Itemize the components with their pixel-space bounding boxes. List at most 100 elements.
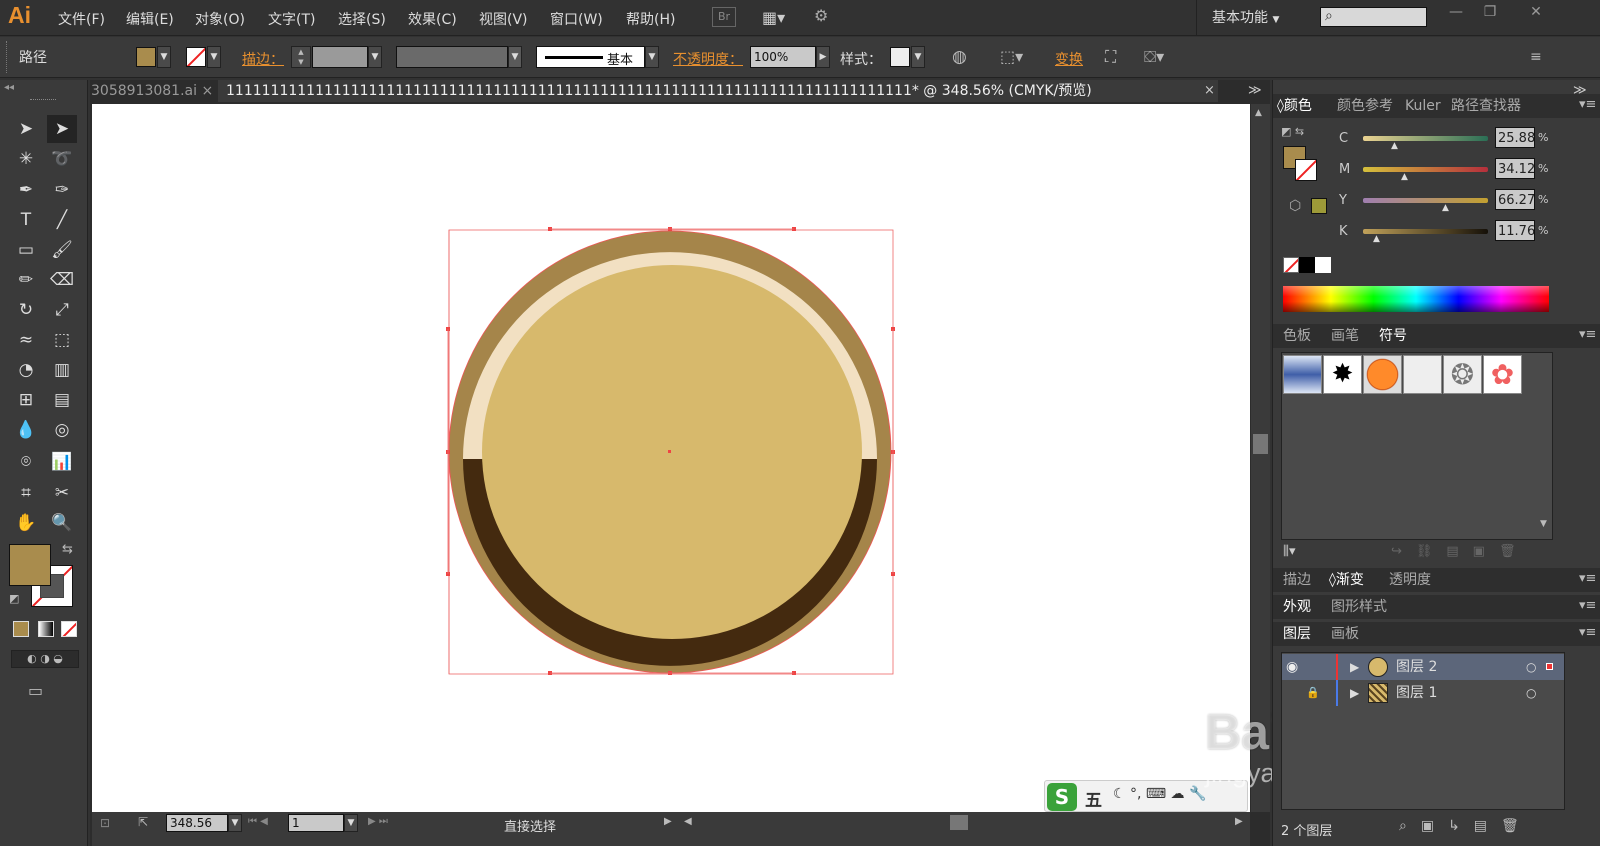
symbol-ink-splat[interactable]: ✸: [1323, 355, 1362, 394]
graphic-style-swatch[interactable]: [890, 47, 910, 67]
tab-document-2[interactable]: 1111111111111111111111111111111111111111…: [218, 80, 1218, 102]
symbol-orange-button[interactable]: [1363, 355, 1402, 394]
scroll-down-icon[interactable]: ▼: [1540, 519, 1547, 529]
workspace-switcher[interactable]: 基本功能 ▼: [1212, 7, 1279, 27]
brush-dropdown[interactable]: ▼: [645, 46, 659, 68]
stroke-panel-link[interactable]: 描边：: [242, 49, 284, 69]
next-artboard-icon[interactable]: ▶ ⏭: [368, 816, 388, 827]
default-colors-icon[interactable]: ◩ ⇆: [1281, 125, 1304, 138]
symbol-libraries-icon[interactable]: ⫼▾: [1283, 544, 1296, 559]
tab-transparency[interactable]: 透明度: [1389, 569, 1431, 591]
out-of-gamut-icon[interactable]: ⬡: [1289, 198, 1301, 214]
scroll-thumb[interactable]: [1253, 434, 1268, 454]
sync-settings-icon[interactable]: ⚙: [814, 6, 842, 28]
restore-button[interactable]: ❐: [1476, 4, 1504, 22]
channel-y-value[interactable]: 66.27: [1495, 189, 1535, 210]
tab-appearance[interactable]: 外观: [1283, 596, 1311, 618]
blend-tool-icon[interactable]: ◎: [47, 416, 77, 444]
brush-definition[interactable]: 基本: [536, 46, 645, 68]
eyedropper-tool-icon[interactable]: 💧: [11, 416, 41, 444]
transform-panel-link[interactable]: 变换: [1055, 49, 1083, 69]
zoom-field[interactable]: 348.56: [166, 814, 228, 832]
expand-icon[interactable]: ▶: [1350, 654, 1359, 680]
menu-help[interactable]: 帮助(H): [626, 9, 675, 29]
arrange-documents-icon[interactable]: ▦▾: [762, 8, 796, 28]
none-mode-button[interactable]: [61, 621, 77, 637]
bridge-button[interactable]: Br: [712, 7, 736, 27]
scroll-thumb[interactable]: [950, 815, 968, 830]
stroke-weight-stepper[interactable]: ▲ ▼: [291, 46, 311, 68]
layer-name[interactable]: 图层 1: [1396, 680, 1437, 706]
scroll-left-icon[interactable]: ◀: [684, 816, 692, 827]
opacity-arrow[interactable]: ▶: [816, 46, 830, 68]
panel-menu-icon[interactable]: ▾≡: [1579, 571, 1596, 586]
lasso-tool-icon[interactable]: ➰: [47, 145, 77, 173]
slider-thumb[interactable]: ▲: [1391, 141, 1398, 151]
share-icon[interactable]: ⇱: [138, 815, 148, 829]
eye-icon[interactable]: ◉: [1286, 654, 1298, 680]
tab-color[interactable]: ◊颜色: [1277, 95, 1312, 117]
tab-pathfinder[interactable]: 路径查找器: [1451, 95, 1521, 117]
first-artboard-icon[interactable]: ⏮ ◀: [248, 816, 268, 827]
artboard-canvas[interactable]: [92, 104, 1250, 812]
menu-object[interactable]: 对象(O): [195, 9, 245, 29]
tab-layers[interactable]: 图层: [1283, 623, 1311, 645]
fill-dropdown[interactable]: ▼: [157, 46, 171, 68]
collapse-icon[interactable]: ◂◂: [4, 82, 14, 93]
horizontal-scrollbar[interactable]: ◀ ▶: [680, 813, 1250, 833]
white-swatch[interactable]: [1315, 257, 1331, 273]
channel-k-slider[interactable]: [1363, 229, 1488, 234]
status-menu-arrow[interactable]: ▶: [664, 816, 672, 827]
pencil-tool-icon[interactable]: ✏: [11, 266, 41, 294]
free-transform-tool-icon[interactable]: ⬚: [47, 326, 77, 354]
opacity-panel-link[interactable]: 不透明度：: [673, 49, 743, 69]
tab-color-guide[interactable]: 颜色参考: [1337, 95, 1393, 117]
warp-tool-icon[interactable]: ≈: [11, 326, 41, 354]
variable-width-dropdown[interactable]: ▼: [508, 46, 522, 68]
slider-thumb[interactable]: ▲: [1373, 234, 1380, 244]
hand-tool-icon[interactable]: ✋: [11, 509, 41, 537]
stroke-swatch[interactable]: [186, 47, 206, 67]
tab-swatches[interactable]: 色板: [1283, 325, 1311, 347]
search-input[interactable]: ⌕: [1320, 7, 1427, 27]
align-icon[interactable]: ⬚▾: [1000, 47, 1023, 66]
tab-graphic-styles[interactable]: 图形样式: [1331, 596, 1387, 618]
layer-actions-icons[interactable]: ⌕▣↳▤🗑: [1399, 818, 1533, 834]
stroke-swatch[interactable]: [1295, 159, 1317, 181]
pen-tool-icon[interactable]: ✒: [11, 176, 41, 204]
default-colors-icon[interactable]: ◩: [9, 592, 19, 605]
tab-overflow-icon[interactable]: ≫: [1248, 83, 1262, 98]
channel-k-value[interactable]: 11.76: [1495, 220, 1535, 241]
artboard-dropdown[interactable]: ▼: [344, 814, 358, 832]
zoom-tool-icon[interactable]: 🔍: [47, 509, 77, 537]
panel-menu-icon[interactable]: ▾≡: [1579, 625, 1596, 640]
none-swatch[interactable]: [1283, 257, 1299, 273]
channel-m-slider[interactable]: [1363, 167, 1488, 172]
sogou-logo-icon[interactable]: S: [1047, 783, 1077, 811]
menu-edit[interactable]: 编辑(E): [126, 9, 174, 29]
channel-c-slider[interactable]: [1363, 136, 1488, 141]
draw-mode-buttons[interactable]: ◐ ◑ ◒: [11, 650, 79, 668]
slider-thumb[interactable]: ▲: [1442, 203, 1449, 213]
curvature-tool-icon[interactable]: ✑: [47, 176, 77, 204]
symbol-sprayer-tool-icon[interactable]: ⌾: [11, 448, 41, 476]
zoom-dropdown[interactable]: ▼: [228, 814, 242, 832]
recolor-artwork-icon[interactable]: ◍: [952, 47, 967, 67]
opacity-field[interactable]: 100%: [750, 46, 816, 68]
color-spectrum[interactable]: [1283, 286, 1549, 312]
menu-effect[interactable]: 效果(C): [408, 9, 457, 29]
menu-view[interactable]: 视图(V): [479, 9, 528, 29]
panel-menu-icon[interactable]: ≡: [1530, 49, 1542, 65]
channel-y-slider[interactable]: [1363, 198, 1488, 203]
gradient-mode-button[interactable]: [38, 621, 54, 637]
tab-kuler[interactable]: Kuler: [1405, 95, 1441, 117]
type-tool-icon[interactable]: T: [11, 206, 41, 234]
tab-artboards[interactable]: 画板: [1331, 623, 1359, 645]
magic-wand-tool-icon[interactable]: ✳: [11, 145, 41, 173]
tab-stroke[interactable]: 描边: [1283, 569, 1311, 591]
symbol-wreath[interactable]: ❂: [1443, 355, 1482, 394]
target-icon[interactable]: ○: [1526, 654, 1536, 680]
direct-selection-tool-icon[interactable]: ➤: [47, 115, 77, 143]
perspective-grid-tool-icon[interactable]: ▥: [47, 356, 77, 384]
variable-width-profile[interactable]: [396, 46, 508, 68]
